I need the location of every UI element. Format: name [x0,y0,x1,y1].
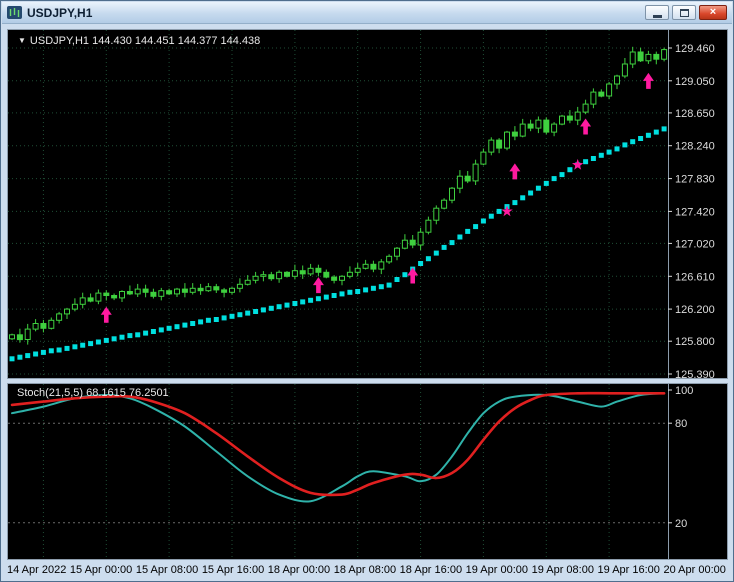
svg-text:127.420: 127.420 [675,206,715,218]
stoch-axis: 100 80 20 [668,384,693,559]
minimize-button[interactable] [645,5,669,20]
close-button[interactable]: × [699,5,727,20]
window-title: USDJPY,H1 [27,5,93,20]
star-icon [501,205,513,217]
time-axis-label: 18 Apr 08:00 [333,563,397,576]
titlebar[interactable]: USDJPY,H1 × [2,2,732,24]
stoch-grid-layer [8,384,668,559]
chart-area: 129.460 129.050 128.650 128.240 127.830 127.4… [7,29,728,560]
svg-text:100: 100 [675,385,693,397]
svg-text:127.020: 127.020 [675,238,715,250]
candles-layer [9,46,668,345]
buy-arrow-icon [509,163,521,180]
svg-text:128.240: 128.240 [675,141,715,153]
svg-text:126.200: 126.200 [675,304,715,316]
signal-arrows-layer [100,72,654,323]
time-axis-label: 18 Apr 00:00 [267,563,331,576]
price-axis: 129.460 129.050 128.650 128.240 127.830 127.4… [668,30,715,378]
mt4-chart-window: USDJPY,H1 × 129.460 129.050 128.650 128.240… [0,0,734,582]
stoch-chart-svg[interactable]: 100 80 20 [8,384,727,559]
time-axis-label: 19 Apr 00:00 [465,563,529,576]
time-axis[interactable]: 14 Apr 2022 15 Apr 00:00 15 Apr 08:00 15… [7,561,726,578]
time-axis-label: 19 Apr 16:00 [597,563,660,576]
svg-text:129.460: 129.460 [675,43,715,55]
buy-arrow-icon [100,306,112,323]
svg-text:80: 80 [675,418,687,430]
buy-arrow-icon [580,118,592,135]
time-axis-label: 19 Apr 08:00 [531,563,594,576]
maximize-button[interactable] [672,5,696,20]
maximize-icon [679,8,689,17]
time-axis-label: 15 Apr 08:00 [135,563,199,576]
stoch-indicator-pane: 100 80 20 Stoch(21,5,5) 68.1615 76.2501 [7,383,728,560]
window-controls: × [645,5,727,20]
svg-text:125.390: 125.390 [675,369,715,378]
svg-text:126.610: 126.610 [675,271,715,283]
star-icon [572,158,584,170]
stoch-main-line [11,392,666,503]
ohlc-quote-line: ▼ USDJPY,H1 144.430 144.451 144.377 144.4… [18,35,260,47]
svg-text:129.050: 129.050 [675,76,715,88]
svg-text:125.800: 125.800 [675,336,715,348]
time-axis-label: 20 Apr 00:00 [663,563,726,576]
time-axis-label: 15 Apr 00:00 [69,563,133,576]
main-chart-svg[interactable]: 129.460 129.050 128.650 128.240 127.830 127.4… [8,30,727,378]
ohlc-collapse-icon[interactable]: ▼ [18,36,26,45]
svg-text:20: 20 [675,518,687,530]
stoch-lines-layer [10,391,666,503]
close-icon: × [709,6,717,18]
time-axis-label: 15 Apr 16:00 [201,563,265,576]
stoch-signal-line [10,391,666,497]
svg-text:128.650: 128.650 [675,108,715,120]
time-axis-label: 14 Apr 2022 [7,563,67,576]
stoch-indicator-label: Stoch(21,5,5) 68.1615 76.2501 [17,387,169,399]
main-chart-pane: 129.460 129.050 128.650 128.240 127.830 127.4… [7,29,728,379]
ohlc-text: USDJPY,H1 144.430 144.451 144.377 144.43… [29,35,261,47]
buy-arrow-icon [407,267,419,284]
minimize-icon [652,14,662,18]
grid-layer [8,30,668,378]
svg-text:127.830: 127.830 [675,174,715,186]
time-axis-label: 18 Apr 16:00 [399,563,463,576]
buy-arrow-icon [312,277,324,294]
chart-window-icon [7,6,22,19]
